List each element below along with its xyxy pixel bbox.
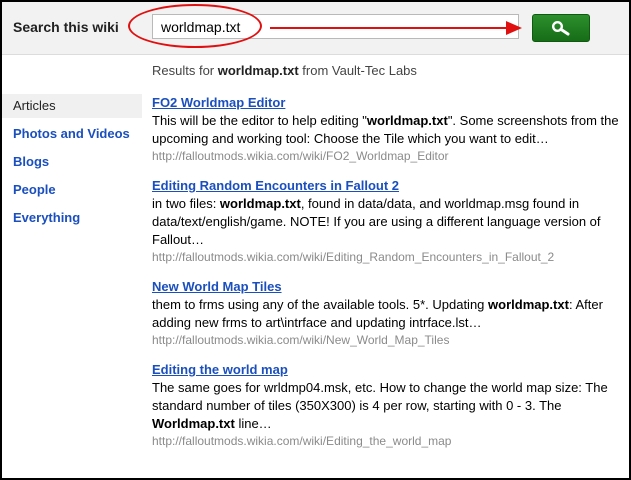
search-label: Search this wiki xyxy=(13,19,119,35)
snippet-match: Worldmap.txt xyxy=(152,416,235,431)
result-snippet: in two files: worldmap.txt, found in dat… xyxy=(152,195,622,249)
result-snippet: The same goes for wrldmp04.msk, etc. How… xyxy=(152,379,622,433)
snippet-text: This will be the editor to help editing … xyxy=(152,113,367,128)
search-result: Editing Random Encounters in Fallout 2 in… xyxy=(152,177,622,266)
summary-prefix: Results for xyxy=(152,63,218,78)
result-url: http://falloutmods.wikia.com/wiki/Editin… xyxy=(152,250,555,264)
result-title-link[interactable]: Editing the world map xyxy=(152,361,622,379)
snippet-match: worldmap.txt xyxy=(366,113,448,128)
summary-suffix: from Vault-Tec Labs xyxy=(298,63,417,78)
result-title-link[interactable]: New World Map Tiles xyxy=(152,278,622,296)
search-result: New World Map Tiles them to frms using an… xyxy=(152,278,622,349)
sidebar-item-photos-and-videos[interactable]: Photos and Videos xyxy=(2,122,142,146)
snippet-text: line… xyxy=(234,416,272,431)
results-list: FO2 Worldmap Editor This will be the edit… xyxy=(152,94,622,462)
result-url: http://falloutmods.wikia.com/wiki/Editin… xyxy=(152,434,452,448)
search-input[interactable] xyxy=(152,14,519,39)
search-bar: Search this wiki xyxy=(2,2,629,55)
summary-query: worldmap.txt xyxy=(217,63,299,78)
sidebar-item-people[interactable]: People xyxy=(2,178,142,202)
search-result: Editing the world map The same goes for w… xyxy=(152,361,622,450)
result-url: http://falloutmods.wikia.com/wiki/New_Wo… xyxy=(152,333,450,347)
result-snippet: This will be the editor to help editing … xyxy=(152,112,622,148)
result-title-link[interactable]: FO2 Worldmap Editor xyxy=(152,94,622,112)
snippet-text: The same goes for wrldmp04.msk, etc. How… xyxy=(152,380,608,413)
sidebar-item-blogs[interactable]: Blogs xyxy=(2,150,142,174)
snippet-match: worldmap.txt xyxy=(488,297,569,312)
search-button[interactable] xyxy=(532,14,590,42)
sidebar: Articles Photos and Videos Blogs People Ever… xyxy=(2,94,142,234)
snippet-text: them to frms using any of the available … xyxy=(152,297,489,312)
search-page: Search this wiki Results for worldmap.tx… xyxy=(0,0,631,480)
search-result: FO2 Worldmap Editor This will be the edit… xyxy=(152,94,622,165)
snippet-match: worldmap.txt xyxy=(219,196,301,211)
sidebar-item-articles[interactable]: Articles xyxy=(2,94,142,118)
sidebar-item-everything[interactable]: Everything xyxy=(2,206,142,230)
result-title-link[interactable]: Editing Random Encounters in Fallout 2 xyxy=(152,177,622,195)
snippet-text: in two files: xyxy=(152,196,220,211)
result-snippet: them to frms using any of the available … xyxy=(152,296,622,332)
magnifier-icon xyxy=(551,20,570,36)
results-summary: Results for worldmap.txt from Vault-Tec … xyxy=(152,63,417,78)
result-url: http://falloutmods.wikia.com/wiki/FO2_Wo… xyxy=(152,149,449,163)
